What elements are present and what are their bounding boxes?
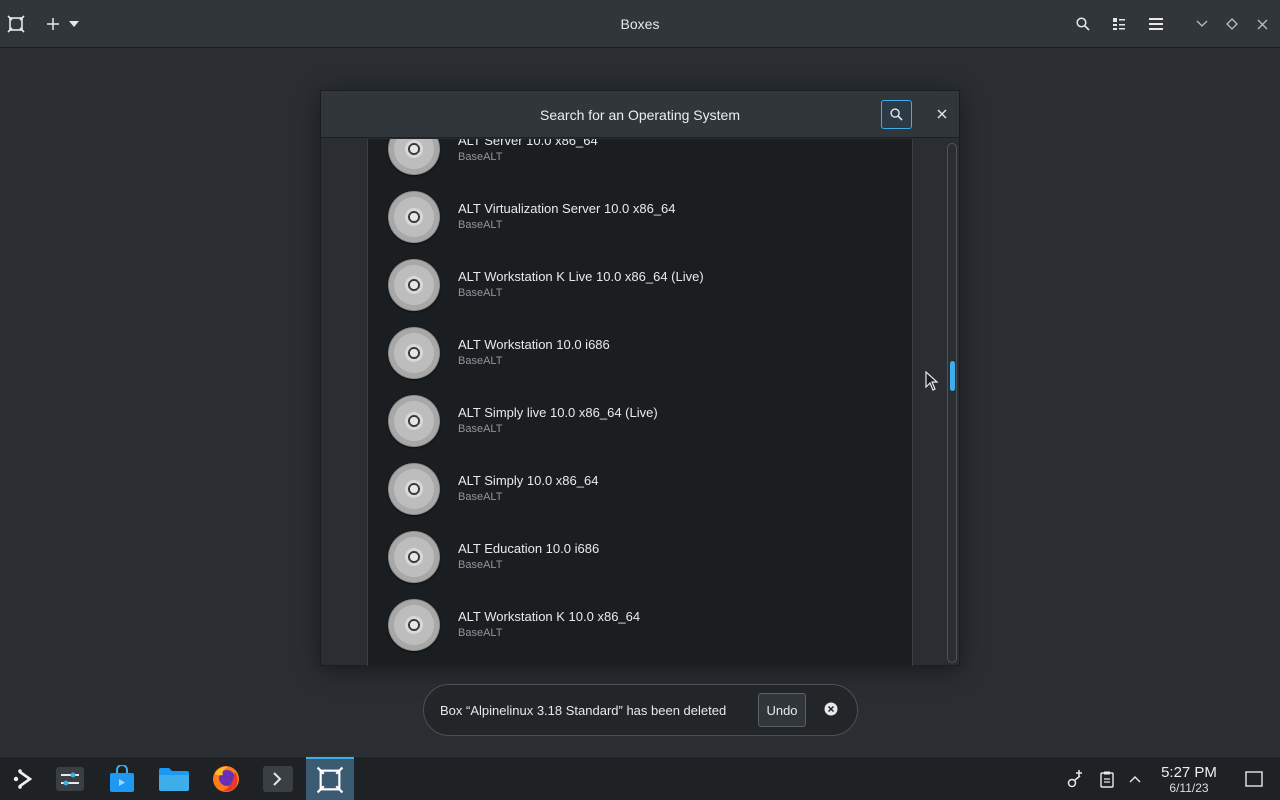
mouse-cursor-icon	[925, 371, 939, 391]
dialog-title: Search for an Operating System	[540, 107, 740, 123]
disc-icon	[388, 395, 440, 447]
os-vendor: BaseALT	[458, 627, 503, 639]
os-vendor: BaseALT	[458, 287, 503, 299]
os-list-item[interactable]: ALT Virtualization Server 10.0 x86_64 Ba…	[368, 183, 912, 251]
close-icon	[937, 109, 947, 119]
dialog-close-button[interactable]	[931, 103, 953, 125]
maximize-icon[interactable]	[1220, 12, 1244, 36]
scrollbar-thumb[interactable]	[950, 361, 955, 391]
toast-message: Box “Alpinelinux 3.18 Standard” has been…	[440, 703, 727, 718]
os-name: ALT Server 10.0 x86_64	[458, 139, 598, 148]
close-window-icon[interactable]	[1250, 12, 1274, 36]
os-vendor: BaseALT	[458, 559, 503, 571]
disc-icon	[388, 327, 440, 379]
os-vendor: BaseALT	[458, 219, 503, 231]
disc-icon	[388, 259, 440, 311]
os-name: ALT Education 10.0 i686	[458, 541, 600, 556]
os-vendor: BaseALT	[458, 491, 503, 503]
deleted-toast: Box “Alpinelinux 3.18 Standard” has been…	[423, 684, 858, 736]
os-list-item[interactable]: ALT Workstation 10.0 i686 BaseALT	[368, 319, 912, 387]
disc-icon	[388, 531, 440, 583]
dialog-search-button[interactable]	[881, 100, 912, 129]
discover-store-icon[interactable]	[98, 757, 146, 800]
menu-icon[interactable]	[1144, 12, 1168, 36]
show-desktop-icon[interactable]	[1242, 757, 1266, 800]
taskbar: 5:27 PM 6/11/23	[0, 756, 1280, 800]
os-vendor: BaseALT	[458, 151, 503, 163]
os-name: ALT Workstation 10.0 i686	[458, 337, 610, 352]
app-launcher-icon[interactable]	[0, 757, 48, 800]
network-icon[interactable]	[1064, 757, 1088, 800]
os-name: ALT Virtualization Server 10.0 x86_64	[458, 201, 676, 216]
os-name: ALT Workstation K 10.0 x86_64	[458, 609, 641, 624]
disc-icon	[388, 139, 440, 175]
os-list-item[interactable]: ALT Server 10.0 x86_64 BaseALT	[368, 139, 912, 183]
header-bar: Boxes	[0, 0, 1280, 48]
toast-close-button[interactable]	[823, 701, 839, 717]
os-vendor: BaseALT	[458, 355, 503, 367]
os-list-item[interactable]: ALT Simply live 10.0 x86_64 (Live) BaseA…	[368, 387, 912, 455]
clock[interactable]: 5:27 PM 6/11/23	[1152, 764, 1226, 795]
os-list-item[interactable]: ALT Workstation K 10.0 x86_64 BaseALT	[368, 591, 912, 659]
firefox-icon[interactable]	[202, 757, 250, 800]
undo-button[interactable]: Undo	[758, 693, 806, 727]
os-search-dialog: Search for an Operating System ALT Serve…	[320, 90, 960, 666]
search-icon	[890, 108, 903, 121]
tray-expand-icon[interactable]	[1124, 757, 1146, 800]
disc-icon	[388, 463, 440, 515]
os-list: ALT Server 10.0 x86_64 BaseALT ALT Virtu…	[367, 139, 913, 666]
scrollbar[interactable]	[947, 143, 957, 663]
clipboard-icon[interactable]	[1096, 757, 1118, 800]
disc-icon	[388, 599, 440, 651]
dialog-header: Search for an Operating System	[321, 91, 959, 138]
disc-icon	[388, 191, 440, 243]
terminal-icon[interactable]	[254, 757, 302, 800]
search-icon[interactable]	[1071, 12, 1095, 36]
settings-app-icon[interactable]	[46, 757, 94, 800]
os-list-item[interactable]: ALT Education 10.0 i686 BaseALT	[368, 523, 912, 591]
os-list-item[interactable]: ALT Workstation K Live 10.0 x86_64 (Live…	[368, 251, 912, 319]
view-toggle-icon[interactable]	[1107, 12, 1131, 36]
os-name: ALT Workstation K Live 10.0 x86_64 (Live…	[458, 269, 704, 284]
file-manager-icon[interactable]	[150, 757, 198, 800]
os-name: ALT Simply live 10.0 x86_64 (Live)	[458, 405, 658, 420]
clock-time: 5:27 PM	[1161, 764, 1217, 781]
os-name: ALT Simply 10.0 x86_64	[458, 473, 599, 488]
close-circle-icon	[824, 702, 838, 716]
minimize-icon[interactable]	[1190, 12, 1214, 36]
os-vendor: BaseALT	[458, 423, 503, 435]
boxes-taskbar-icon[interactable]	[306, 757, 354, 800]
clock-date: 6/11/23	[1169, 781, 1209, 795]
os-list-item[interactable]: ALT Simply 10.0 x86_64 BaseALT	[368, 455, 912, 523]
